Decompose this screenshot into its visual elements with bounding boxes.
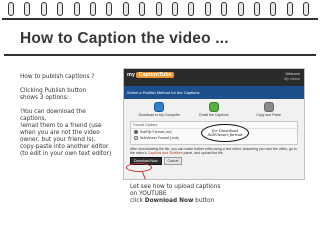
bottom-bold: Download Now [144,198,194,204]
my-videos-link[interactable]: My videos [284,77,300,81]
welcome-text: Welcome [285,72,300,76]
download-info: After downloading the file, you can make… [124,145,304,157]
method-email[interactable]: Email the Captions [191,102,236,117]
method-label: Email the Captions [199,113,229,117]
method-label: Download to My Computer [138,113,181,117]
logo-name: CaptionTube [136,72,174,78]
note-line: when you are not the video [20,130,100,136]
method-download[interactable]: Download to My Computer [137,102,182,117]
email-icon [208,102,219,112]
callout-line: SubViewer format [207,132,243,137]
binder-ring-icon [155,2,162,16]
logo-prefix: my [127,72,135,78]
binder-rings [0,0,320,18]
method-label: Copy and Paste [256,113,282,117]
binder-ring-icon [106,2,113,16]
bottom-note: Let see how to upload captions on YOUTUB… [130,184,300,205]
radio-icon [134,136,138,140]
captions-subtitles-link[interactable]: Captions and Subtitles [148,151,183,155]
slide-title: How to Caption the video ... [20,30,229,47]
bottom-line-3: click Download Now button [130,198,300,205]
binder-ring-icon [90,2,96,16]
binder-ring-icon [73,2,80,16]
download-icon [154,102,165,112]
method-copy-paste[interactable]: Copy and Paste [246,102,291,117]
pointer-line [142,171,150,179]
binder-ring-icon [24,2,31,16]
binder-ring-icon [8,2,14,16]
note-line: captions, [20,116,47,122]
binder-ring-icon [172,2,178,16]
bottom-line-2: on YOUTUBE [130,191,167,197]
note-line: !You can download the [20,109,86,115]
format-callout: for Download SubViewer format [201,124,249,142]
publish-method-heading: Select a Publish Method for the Captions [124,86,304,99]
note-line: !email them to a friend (use [20,123,102,129]
note-line: (to edit in your own text editor) [20,151,112,157]
note-line: owner, but your friend is), [20,137,96,143]
format-label: SubRip Format (.srt) [140,130,172,134]
app-header: my CaptionTube Welcome My videos [124,69,304,86]
binder-ring-icon [40,2,47,16]
binder-ring-icon [303,2,310,16]
binder-ring-icon [254,2,260,16]
binder-ring-icon [270,2,277,16]
clipboard-icon [263,102,274,112]
binder-ring-icon [286,2,293,16]
binder-ring-icon [57,2,64,16]
publish-methods: Download to My Computer Email the Captio… [124,99,304,119]
top-rule [2,18,318,20]
bottom-pre: click [130,198,143,204]
left-note: How to publish captions ? Clicking Publi… [20,74,122,158]
format-label: SubViewer Format (.sub) [140,136,179,140]
highlight-circle [126,163,152,172]
note-line: copy-paste into another editor [20,144,109,150]
binder-ring-icon [122,2,129,16]
title-rule [4,54,316,56]
binder-ring-icon [221,2,228,16]
binder-ring-icon [188,2,195,16]
bottom-post: button [195,198,215,204]
bottom-line-1: Let see how to upload captions [130,184,221,190]
cancel-button[interactable]: Cancel [163,157,183,166]
binder-ring-icon [204,2,211,16]
button-row: Download Now Cancel [124,157,304,166]
radio-selected-icon [134,130,138,134]
app-logo: my CaptionTube [127,72,174,78]
binder-ring-icon [237,2,244,16]
info-tail: panel, and upload the file. [183,151,224,156]
captiontube-screenshot: my CaptionTube Welcome My videos Select … [123,68,305,180]
format-options: Format Options SubRip Format (.srt) SubV… [130,121,298,145]
note-heading: How to publish captions ? [20,74,95,80]
note-intro-2: shows 3 options: [20,95,69,101]
note-intro-1: Clicking Publish button [20,88,87,94]
binder-ring-icon [139,2,146,16]
